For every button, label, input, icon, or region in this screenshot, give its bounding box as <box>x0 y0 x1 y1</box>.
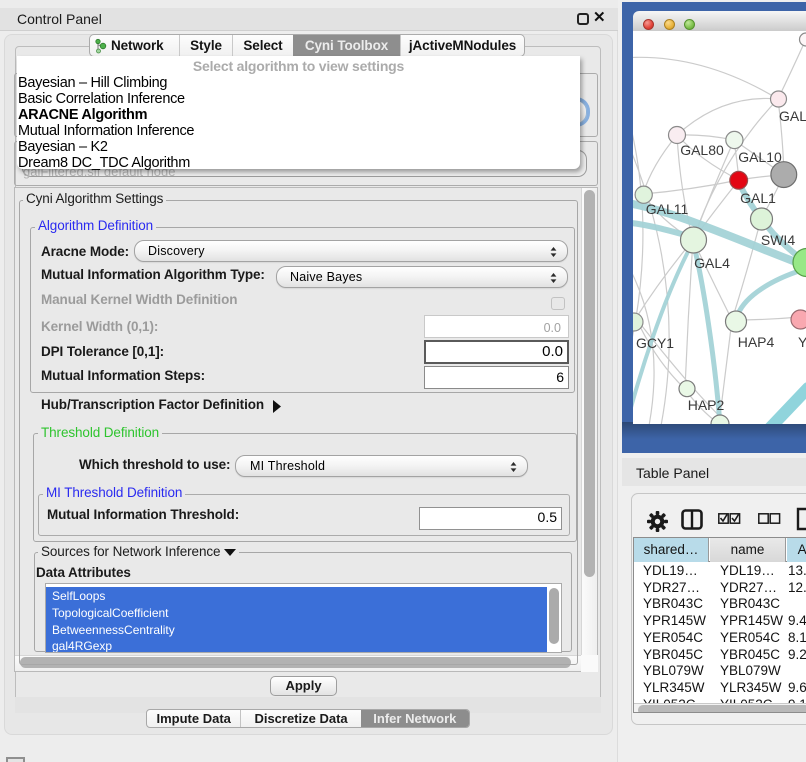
svg-text:SWI4: SWI4 <box>761 232 795 248</box>
svg-text:GAL7: GAL7 <box>779 108 806 124</box>
svg-text:GAL10: GAL10 <box>738 149 782 165</box>
svg-text:HAP4: HAP4 <box>738 334 775 350</box>
svg-text:GAL4: GAL4 <box>694 255 730 271</box>
svg-text:GAL11: GAL11 <box>646 201 689 217</box>
svg-text:YEL0: YEL0 <box>798 334 806 350</box>
svg-text:GAL80: GAL80 <box>680 142 724 158</box>
svg-text:GAL1: GAL1 <box>740 190 776 206</box>
svg-text:GCY1: GCY1 <box>636 335 674 351</box>
svg-text:HAP2: HAP2 <box>688 397 725 413</box>
